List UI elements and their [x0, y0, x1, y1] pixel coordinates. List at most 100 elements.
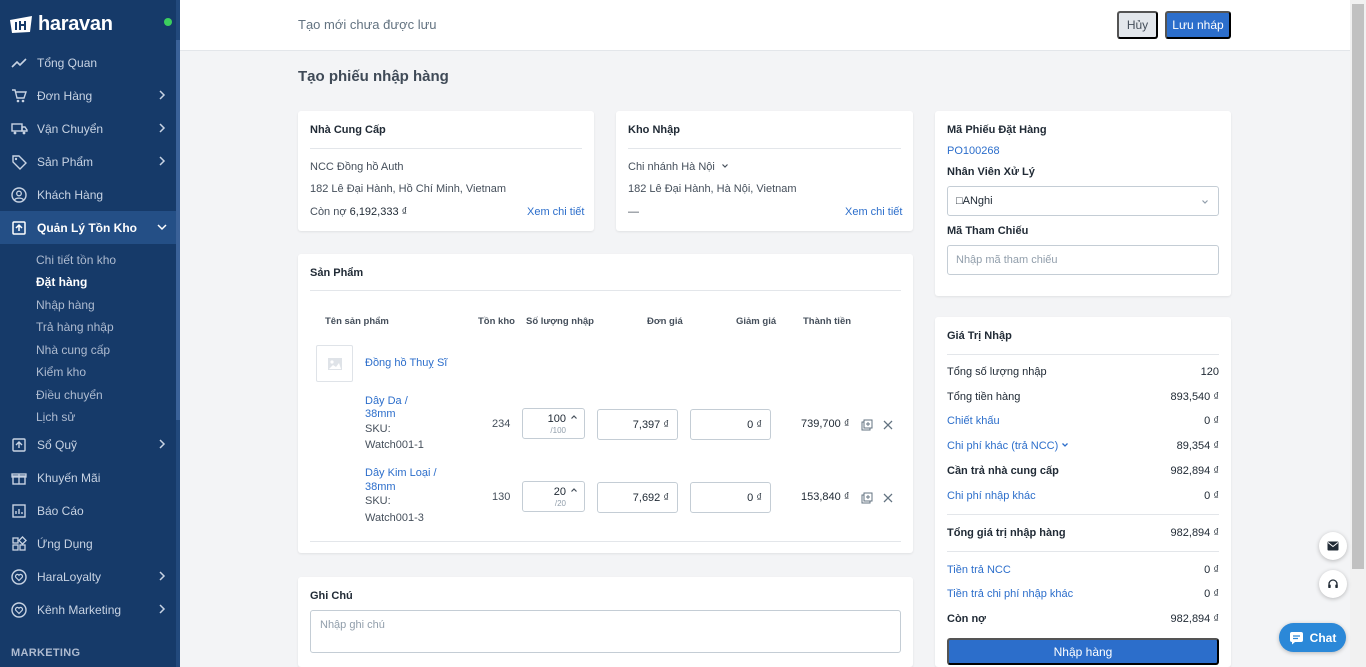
- discount-input[interactable]: 0 ₫: [690, 409, 771, 440]
- unit-price-input[interactable]: 7,397 ₫: [597, 409, 678, 440]
- column-header-price: Đơn giá: [647, 316, 683, 327]
- summary-label: Tổng số lượng nhập: [947, 366, 1047, 378]
- po-number-link[interactable]: PO100268: [947, 145, 1000, 157]
- sidebar-subitem-history[interactable]: Lịch sử: [36, 410, 75, 424]
- summary-value: 120: [1200, 366, 1219, 378]
- summary-label: Tổng giá trị nhập hàng: [947, 527, 1066, 539]
- divider: [310, 541, 901, 542]
- supplier-detail-link[interactable]: Xem chi tiết: [527, 206, 584, 218]
- warehouse-detail-link[interactable]: Xem chi tiết: [845, 206, 902, 218]
- sidebar-item-overview[interactable]: Tổng Quan: [0, 46, 176, 79]
- divider: [947, 514, 1219, 515]
- sidebar-item-inventory[interactable]: Quản Lý Tồn Kho: [0, 211, 176, 244]
- summary-row-remaining-debt: Còn nợ 982,894 ₫: [947, 613, 1219, 625]
- summary-label[interactable]: Tiền trả NCC: [947, 564, 1011, 576]
- sidebar-subitem-purchase-order[interactable]: Đặt hàng: [36, 275, 87, 289]
- sidebar-subitem-transfer[interactable]: Điều chuyển: [36, 388, 103, 402]
- sidebar-item-shipping[interactable]: Vận Chuyển: [0, 112, 176, 145]
- notes-textarea[interactable]: Nhập ghi chú: [310, 610, 901, 653]
- chat-button[interactable]: Chat: [1279, 623, 1346, 652]
- sidebar-subitem-suppliers[interactable]: Nhà cung cấp: [36, 343, 110, 357]
- chevron-down-icon: [1202, 200, 1208, 204]
- chevron-up-icon[interactable]: [570, 486, 578, 494]
- summary-row-other-costs[interactable]: Chi phí khác (trả NCC) 89,354 ₫: [947, 440, 1219, 452]
- summary-label: Cần trả nhà cung cấp: [947, 465, 1059, 477]
- sidebar-scrollbar-thumb[interactable]: [176, 40, 180, 420]
- staff-select[interactable]: □ANghi: [947, 186, 1219, 216]
- copy-icon[interactable]: [861, 419, 873, 431]
- sidebar-item-apps[interactable]: Ứng Dụng: [0, 527, 176, 560]
- sidebar-item-products[interactable]: Sản Phẩm: [0, 145, 176, 178]
- sidebar-subitem-receive[interactable]: Nhập hàng: [36, 298, 95, 312]
- sidebar-subitem-inventory-detail[interactable]: Chi tiết tồn kho: [36, 253, 116, 267]
- summary-value: 893,540 ₫: [1170, 391, 1219, 403]
- summary-row-import-costs[interactable]: Chi phí nhập khác 0 ₫: [947, 490, 1219, 502]
- summary-label[interactable]: Tiền trả chi phí nhập khác: [947, 588, 1073, 600]
- summary-value: 0 ₫: [1204, 564, 1219, 576]
- sidebar-item-promotions[interactable]: Khuyến Mãi: [0, 461, 176, 494]
- product-thumbnail[interactable]: [316, 345, 353, 382]
- haravan-logo[interactable]: haravan: [8, 10, 113, 38]
- sidebar-item-cashbook[interactable]: Sổ Quỹ: [0, 428, 176, 461]
- column-header-name: Tên sản phẩm: [325, 316, 389, 327]
- summary-row-discount[interactable]: Chiết khấu 0 ₫: [947, 415, 1219, 427]
- copy-icon[interactable]: [861, 492, 873, 504]
- quantity-stepper[interactable]: 100 /100: [522, 408, 585, 439]
- variant-name-link-line2[interactable]: 38mm: [365, 408, 396, 420]
- variant-name-link-line2[interactable]: 38mm: [365, 481, 396, 493]
- chevron-down-icon: [157, 224, 167, 231]
- variant-name-link[interactable]: Dây Kim Loại /: [365, 467, 437, 479]
- summary-label[interactable]: Chiết khấu: [947, 415, 1000, 427]
- variant-stock: 130: [492, 491, 511, 503]
- divider: [310, 148, 582, 149]
- sidebar-item-haraloyalty[interactable]: HaraLoyalty: [0, 560, 176, 593]
- summary-label: Chi phí khác (trả NCC): [947, 440, 1059, 452]
- sidebar-item-marketing[interactable]: Kênh Marketing: [0, 593, 176, 626]
- sidebar-item-reports[interactable]: Báo Cáo: [0, 494, 176, 527]
- phone-support-button[interactable]: [1319, 570, 1347, 598]
- unit-price-input[interactable]: 7,692 ₫: [597, 482, 678, 513]
- remove-icon[interactable]: [882, 492, 894, 504]
- supplier-address: 182 Lê Đại Hành, Hồ Chí Minh, Vietnam: [310, 183, 507, 195]
- variant-stock: 234: [492, 418, 511, 430]
- remove-icon[interactable]: [882, 419, 894, 431]
- mail-icon: [1327, 541, 1339, 551]
- chevron-right-icon: [159, 604, 166, 614]
- receive-goods-button[interactable]: Nhập hàng: [947, 638, 1219, 665]
- product-name-link[interactable]: Đồng hồ Thuỵ Sĩ: [365, 357, 447, 369]
- summary-row-paid-supplier[interactable]: Tiền trả NCC 0 ₫: [947, 564, 1219, 576]
- summary-title: Giá Trị Nhập: [947, 330, 1012, 342]
- sidebar-item-label: Sổ Quỹ: [37, 437, 78, 452]
- variant-name-link[interactable]: Dây Da /: [365, 395, 408, 407]
- chevron-right-icon: [159, 571, 166, 581]
- summary-value: 0 ₫: [1204, 415, 1219, 427]
- top-bar: Tạo mới chưa được lưu Hủy Lưu nháp: [180, 0, 1350, 51]
- chevron-right-icon: [159, 123, 166, 133]
- warehouse-name: Chi nhánh Hà Nội: [628, 161, 715, 173]
- supplier-title: Nhà Cung Cấp: [310, 124, 386, 136]
- reference-code-input[interactable]: Nhập mã tham chiếu: [947, 245, 1219, 275]
- summary-row-paid-import-costs[interactable]: Tiền trả chi phí nhập khác 0 ₫: [947, 588, 1219, 600]
- save-draft-button[interactable]: Lưu nháp: [1165, 11, 1231, 39]
- warehouse-select[interactable]: Chi nhánh Hà Nội: [628, 161, 729, 173]
- chat-icon: [1289, 631, 1303, 644]
- summary-label[interactable]: Chi phí nhập khác: [947, 490, 1036, 502]
- sidebar-item-orders[interactable]: Đơn Hàng: [0, 79, 176, 112]
- cashbook-icon: [10, 436, 28, 454]
- chevron-up-icon[interactable]: [570, 413, 578, 421]
- discount-input[interactable]: 0 ₫: [690, 482, 771, 513]
- summary-label-wrap[interactable]: Chi phí khác (trả NCC): [947, 440, 1069, 452]
- notes-title: Ghi Chú: [310, 590, 353, 602]
- staff-label: Nhân Viên Xử Lý: [947, 166, 1035, 178]
- sidebar-item-customers[interactable]: Khách Hàng: [0, 178, 176, 211]
- sidebar-subitem-return[interactable]: Trả hàng nhập: [36, 320, 114, 334]
- cancel-button[interactable]: Hủy: [1117, 11, 1158, 39]
- page-scrollbar-thumb[interactable]: [1352, 4, 1364, 569]
- sidebar-subitem-stocktake[interactable]: Kiểm kho: [36, 365, 86, 379]
- page-scrollbar[interactable]: [1350, 0, 1366, 667]
- sidebar-scrollbar[interactable]: [176, 0, 180, 667]
- quantity-stepper[interactable]: 20 /20: [522, 481, 585, 512]
- supplier-name: NCC Đồng hồ Auth: [310, 161, 404, 173]
- sidebar: haravan Tổng Quan Đơn Hàng Vận Chuyển Sả…: [0, 0, 180, 667]
- email-support-button[interactable]: [1319, 532, 1347, 560]
